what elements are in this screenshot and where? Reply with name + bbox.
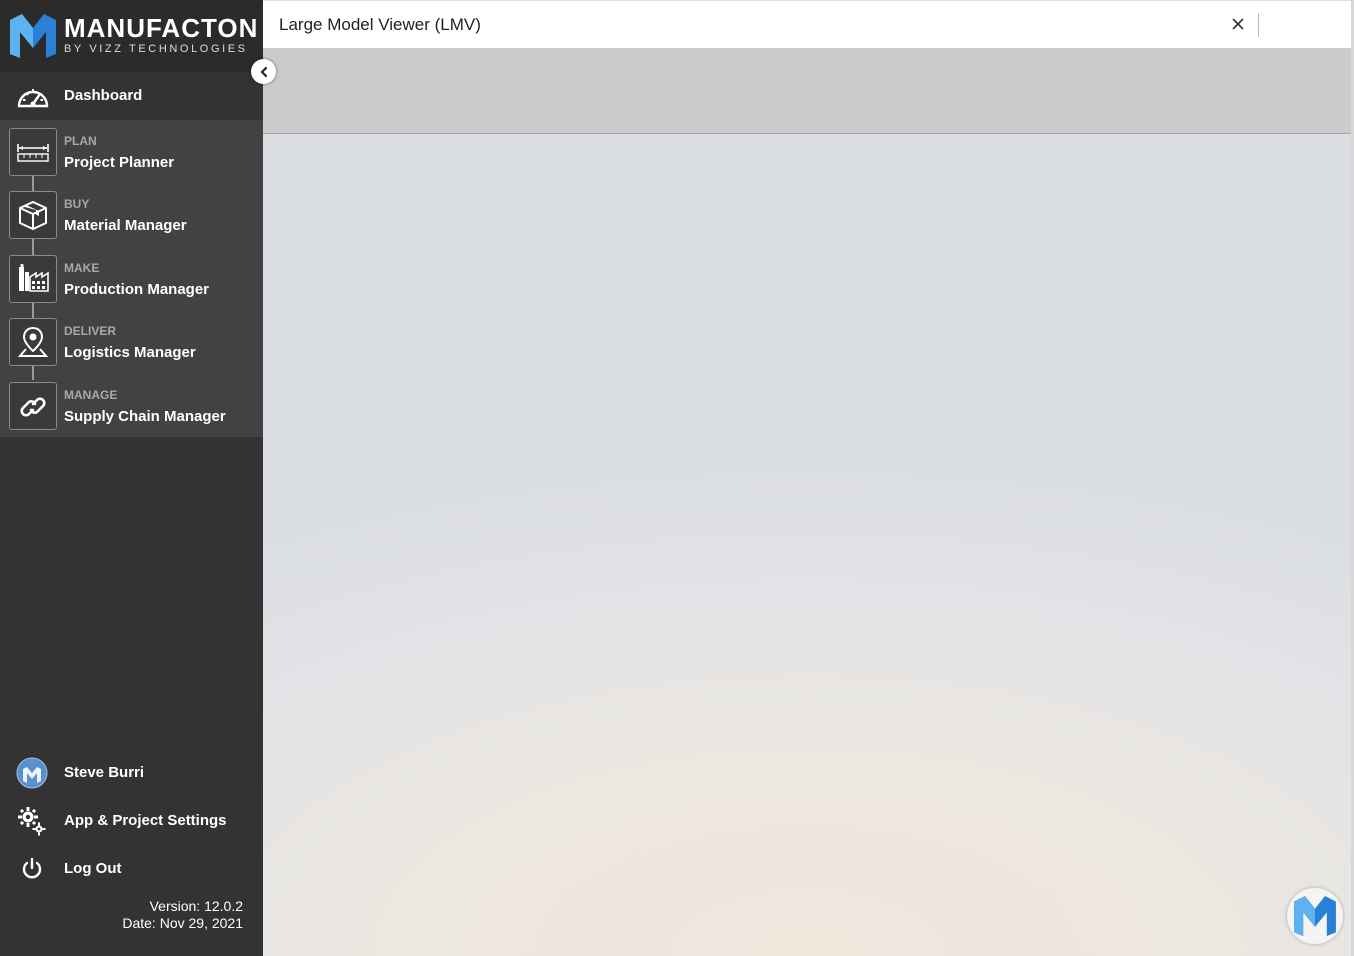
viewer-toolbar — [263, 48, 1354, 134]
link-icon — [9, 382, 57, 430]
module-name: Material Manager — [64, 217, 187, 234]
module-category: MANAGE — [64, 388, 118, 402]
module-name: Logistics Manager — [64, 344, 196, 361]
gears-icon — [16, 805, 48, 837]
module-name: Supply Chain Manager — [64, 408, 226, 425]
avatar — [16, 757, 48, 789]
brand-logo[interactable]: MANUFACTON BY VIZZ TECHNOLOGIES — [0, 0, 263, 72]
module-category: MAKE — [64, 261, 100, 275]
close-icon — [1232, 18, 1244, 30]
sidebar-item-logistics-manager[interactable]: DELIVER Logistics Manager — [0, 310, 263, 373]
box-icon — [9, 191, 57, 239]
user-name: Steve Burri — [64, 764, 145, 781]
sidebar-item-project-planner[interactable]: PLAN Project Planner — [0, 120, 263, 183]
sidebar-collapse-button[interactable] — [251, 59, 276, 84]
sidebar-item-label: Dashboard — [64, 87, 143, 104]
sidebar: MANUFACTON BY VIZZ TECHNOLOGIES Dashboar… — [0, 0, 263, 956]
version-info: Version: 12.0.2 Date: Nov 29, 2021 — [122, 898, 243, 932]
viewer-header: Large Model Viewer (LMV) — [263, 0, 1354, 48]
manufacton-logo-icon — [1294, 896, 1336, 936]
close-button[interactable] — [1227, 13, 1249, 35]
module-name: Production Manager — [64, 281, 210, 298]
user-profile[interactable]: Steve Burri — [0, 750, 263, 794]
module-category: BUY — [64, 197, 90, 211]
ruler-icon — [9, 128, 57, 176]
factory-icon — [9, 255, 57, 303]
sidebar-item-production-manager[interactable]: MAKE Production Manager — [0, 247, 263, 310]
module-category: DELIVER — [64, 324, 117, 338]
brand-subtitle: BY VIZZ TECHNOLOGIES — [64, 43, 248, 55]
module-name: Project Planner — [64, 154, 175, 171]
chevron-left-icon — [260, 66, 267, 77]
version-number: Version: 12.0.2 — [149, 898, 243, 914]
sidebar-item-dashboard[interactable]: Dashboard — [0, 72, 263, 120]
sidebar-item-material-manager[interactable]: BUY Material Manager — [0, 183, 263, 246]
header-divider — [1258, 13, 1259, 37]
logout-label: Log Out — [64, 860, 122, 877]
map-pin-icon — [9, 318, 57, 366]
app-project-settings-button[interactable]: App & Project Settings — [0, 798, 263, 842]
logo-text: MANUFACTON BY VIZZ TECHNOLOGIES — [64, 14, 258, 56]
sidebar-item-supply-chain-manager[interactable]: MANAGE Supply Chain Manager — [0, 374, 263, 437]
viewer-logo-button[interactable] — [1287, 888, 1343, 944]
brand-name: MANUFACTON — [64, 13, 259, 43]
settings-label: App & Project Settings — [64, 812, 227, 829]
module-list: PLAN Project Planner BUY Material Manage… — [0, 120, 263, 437]
page-title: Large Model Viewer (LMV) — [279, 15, 481, 34]
version-date: Date: Nov 29, 2021 — [122, 915, 243, 931]
module-category: PLAN — [64, 134, 97, 148]
power-icon — [16, 853, 48, 885]
manufacton-logo-icon — [10, 14, 56, 58]
logout-button[interactable]: Log Out — [0, 846, 263, 890]
gauge-icon — [17, 89, 49, 108]
model-viewer-canvas[interactable] — [263, 134, 1354, 956]
